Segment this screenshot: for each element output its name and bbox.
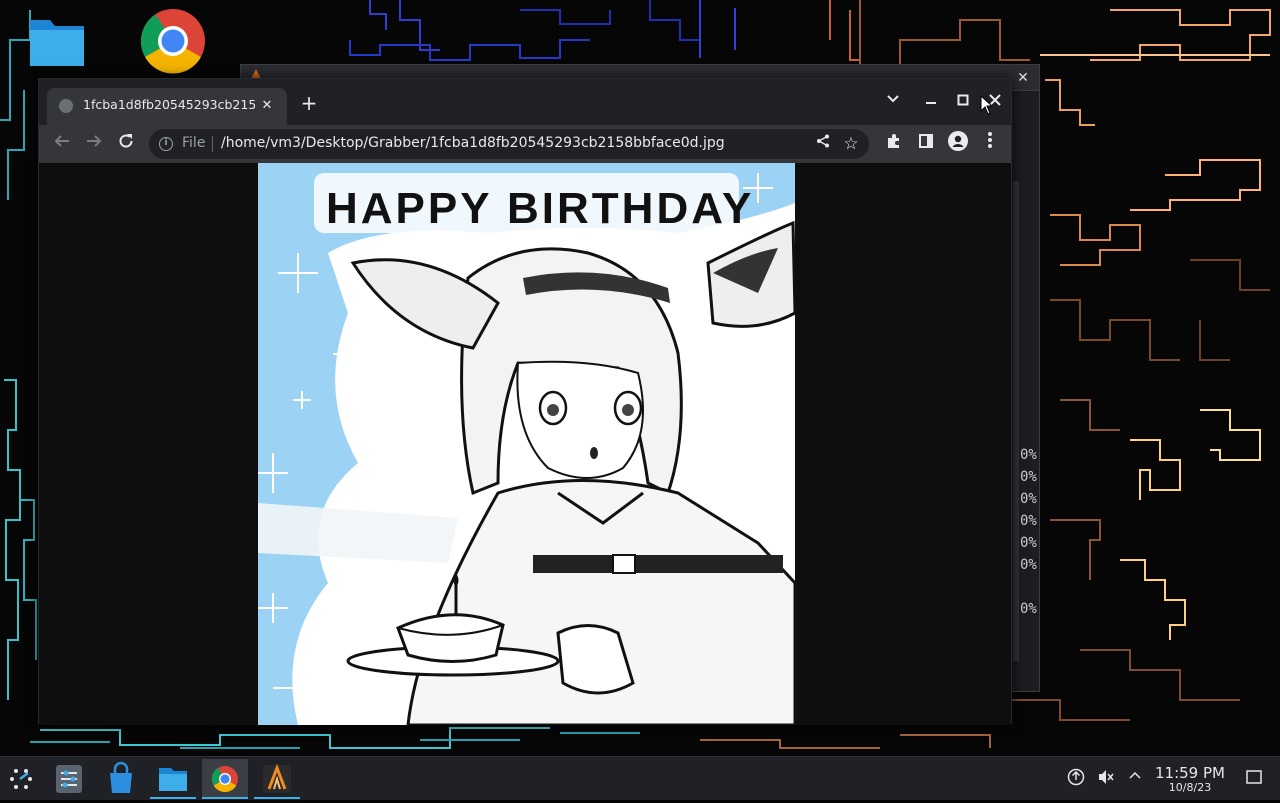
back-arrow-icon[interactable] bbox=[49, 131, 75, 157]
tab-title: 1fcba1d8fb20545293cb2158 bbox=[83, 97, 255, 112]
terminal-output-line: 0% bbox=[1020, 601, 1037, 617]
alacritty-terminal-taskbar-icon[interactable] bbox=[254, 759, 300, 799]
url-scheme-label: File bbox=[182, 135, 206, 151]
minimize-icon[interactable] bbox=[919, 90, 943, 114]
update-notifier-icon[interactable] bbox=[1066, 768, 1086, 788]
illustration-drawing: HAPPY BIRTHDAY bbox=[258, 173, 795, 725]
browser-toolbar: i File /home/vm3/Desktop/Grabber/1fcba1d… bbox=[39, 125, 1011, 163]
globe-icon bbox=[59, 99, 73, 113]
tab-active[interactable]: 1fcba1d8fb20545293cb2158 ✕ bbox=[47, 88, 287, 125]
happy-birthday-lettering: HAPPY BIRTHDAY bbox=[326, 184, 754, 233]
tab-close-icon[interactable]: ✕ bbox=[257, 96, 277, 116]
omnibox[interactable]: i File /home/vm3/Desktop/Grabber/1fcba1d… bbox=[149, 129, 869, 159]
show-desktop-icon[interactable] bbox=[1244, 768, 1264, 788]
dolphin-files-icon[interactable] bbox=[150, 759, 196, 799]
chrome-window[interactable]: 1fcba1d8fb20545293cb2158 ✕ + i File /hom… bbox=[38, 78, 1012, 725]
bookmark-star-icon[interactable]: ☆ bbox=[841, 134, 861, 154]
url-text[interactable]: /home/vm3/Desktop/Grabber/1fcba1d8fb2054… bbox=[221, 135, 725, 151]
clock-date[interactable]: 10/8/23 bbox=[1150, 781, 1230, 794]
taskbar: 11:59 PM 10/8/23 bbox=[0, 756, 1280, 800]
desktop-chrome-icon[interactable] bbox=[138, 6, 208, 76]
omnibox-divider bbox=[212, 136, 213, 152]
terminal-output-line: 0% bbox=[1020, 513, 1037, 529]
terminal-scrollbar[interactable] bbox=[1013, 181, 1019, 661]
kebab-menu-icon[interactable] bbox=[977, 131, 1003, 157]
desktop-folder-icon[interactable] bbox=[22, 6, 92, 76]
terminal-output-line: 0% bbox=[1020, 491, 1037, 507]
side-panel-icon[interactable] bbox=[913, 131, 939, 157]
application-launcher-button[interactable] bbox=[0, 759, 46, 799]
desktop: ✕ 0% 0% 0% 0% 0% 0% 0% 1fcba1d8fb2054529… bbox=[0, 0, 1280, 756]
discover-store-icon[interactable] bbox=[98, 759, 144, 799]
birthday-illustration[interactable]: HAPPY BIRTHDAY bbox=[258, 163, 795, 725]
extensions-puzzle-icon[interactable] bbox=[881, 131, 907, 157]
tray-expand-chevron-icon[interactable] bbox=[1125, 768, 1145, 788]
terminal-output-line: 0% bbox=[1020, 469, 1037, 485]
google-chrome-taskbar-icon[interactable] bbox=[202, 759, 248, 799]
mouse-pointer-icon bbox=[980, 95, 994, 115]
terminal-output-line: 0% bbox=[1020, 447, 1037, 463]
volume-muted-icon[interactable] bbox=[1096, 768, 1116, 788]
info-icon[interactable]: i bbox=[159, 137, 173, 151]
reload-icon[interactable] bbox=[113, 131, 139, 157]
close-icon[interactable]: ✕ bbox=[1013, 68, 1033, 88]
terminal-output-line: 0% bbox=[1020, 535, 1037, 551]
forward-arrow-icon[interactable] bbox=[81, 131, 107, 157]
tab-search-chevron-icon[interactable] bbox=[881, 90, 905, 114]
page-content: HAPPY BIRTHDAY bbox=[39, 163, 1011, 725]
share-icon[interactable] bbox=[813, 134, 833, 154]
profile-avatar-icon[interactable] bbox=[945, 131, 971, 157]
new-tab-button[interactable]: + bbox=[297, 92, 321, 116]
clock-time[interactable]: 11:59 PM bbox=[1150, 764, 1230, 782]
maximize-icon[interactable] bbox=[951, 90, 975, 114]
system-settings-icon[interactable] bbox=[46, 759, 92, 799]
terminal-output-line: 0% bbox=[1020, 557, 1037, 573]
tab-strip[interactable]: 1fcba1d8fb20545293cb2158 ✕ + bbox=[39, 79, 1011, 125]
